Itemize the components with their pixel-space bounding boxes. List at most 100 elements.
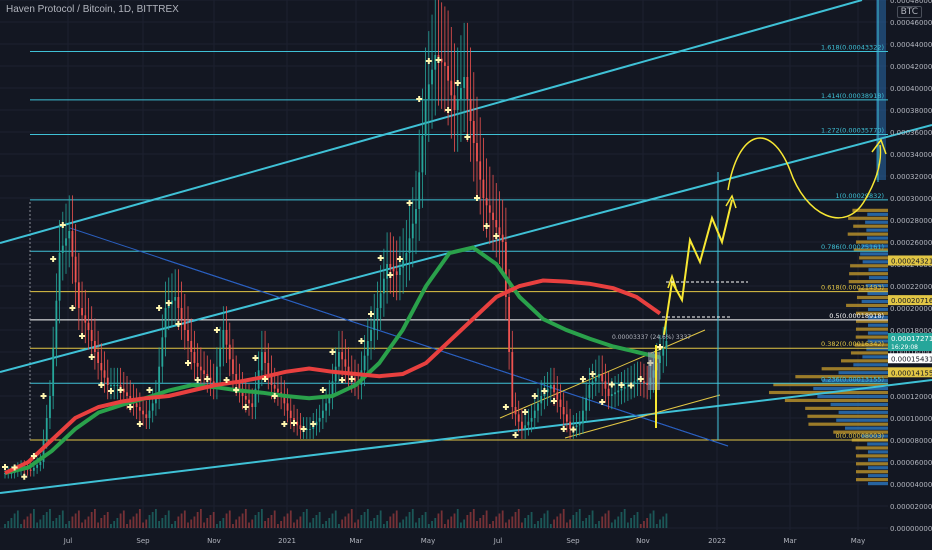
volume-bar bbox=[540, 518, 542, 528]
volume-bar bbox=[248, 523, 250, 529]
candle-body bbox=[582, 411, 584, 424]
volume-bar bbox=[299, 517, 301, 529]
vp-bar bbox=[849, 272, 888, 275]
volume-bar bbox=[174, 521, 176, 528]
volume-bar bbox=[136, 514, 138, 529]
vp-bar bbox=[867, 292, 888, 295]
volume-bar bbox=[104, 515, 106, 528]
volume-bar bbox=[290, 511, 292, 529]
vp-bar bbox=[868, 458, 888, 461]
vp-bar bbox=[850, 264, 888, 267]
x-tick-label: Nov bbox=[207, 537, 221, 545]
volume-bar bbox=[232, 524, 234, 528]
vp-bar bbox=[865, 221, 888, 224]
candle-body bbox=[598, 374, 600, 378]
volume-bar bbox=[238, 517, 240, 529]
volume-bar bbox=[75, 514, 77, 529]
candle-body bbox=[405, 253, 407, 260]
candle-body bbox=[476, 143, 478, 161]
volume-bar bbox=[521, 523, 523, 529]
candle-body bbox=[553, 385, 555, 392]
volume-bar bbox=[245, 509, 247, 528]
volume-bar bbox=[354, 523, 356, 529]
volume-bar bbox=[560, 514, 562, 529]
vp-bar bbox=[853, 225, 888, 228]
volume-bar bbox=[283, 517, 285, 529]
x-tick-label: Jul bbox=[63, 537, 73, 545]
candle-body bbox=[287, 403, 289, 410]
candle-body bbox=[386, 264, 388, 279]
volume-bar bbox=[287, 514, 289, 529]
candle-body bbox=[261, 352, 263, 370]
candle-body bbox=[126, 392, 128, 396]
candle-body bbox=[78, 282, 80, 308]
candle-body bbox=[72, 231, 74, 257]
volume-bar bbox=[598, 521, 600, 528]
candle-body bbox=[560, 400, 562, 407]
volume-bar bbox=[422, 515, 424, 528]
volume-bar bbox=[544, 514, 546, 529]
volume-bar bbox=[206, 518, 208, 528]
volume-bar bbox=[309, 523, 311, 529]
volume-bar bbox=[431, 521, 433, 528]
volume-bar bbox=[614, 520, 616, 529]
candle-body bbox=[113, 385, 115, 386]
volume-bar bbox=[293, 523, 295, 529]
volume-bar bbox=[556, 517, 558, 529]
volume-bar bbox=[226, 514, 228, 529]
candle-body bbox=[393, 268, 395, 272]
volume-bar bbox=[91, 512, 93, 528]
volume-bar bbox=[152, 512, 154, 528]
vp-bar bbox=[846, 304, 888, 307]
volume-bar bbox=[592, 511, 594, 529]
candle-body bbox=[277, 389, 279, 393]
candle-body bbox=[309, 429, 311, 430]
volume-bar bbox=[428, 524, 430, 528]
price-chart[interactable]: 1.618(0.00043322) 1.414(0.00038918) 1.272(… bbox=[0, 0, 932, 550]
volume-bar bbox=[139, 509, 141, 528]
candle-body bbox=[508, 297, 510, 352]
volume-bar bbox=[161, 518, 163, 528]
candle-body bbox=[556, 392, 558, 399]
candle-body bbox=[373, 319, 375, 330]
volume-bar bbox=[380, 511, 382, 529]
volume-bar bbox=[457, 509, 459, 528]
volume-bar bbox=[149, 515, 151, 528]
candle-body bbox=[197, 363, 199, 367]
volume-bar bbox=[94, 509, 96, 528]
volume-bar bbox=[97, 523, 99, 529]
volume-bar bbox=[605, 514, 607, 529]
candle-body bbox=[527, 422, 529, 426]
volume-bar bbox=[627, 523, 629, 529]
volume-bar bbox=[527, 515, 529, 528]
volume-bar bbox=[470, 512, 472, 528]
candle-body bbox=[203, 370, 205, 374]
candle-body bbox=[412, 224, 414, 239]
candle-body bbox=[450, 81, 452, 96]
volume-bar bbox=[145, 520, 147, 529]
volume-bar bbox=[133, 517, 135, 529]
volume-bar bbox=[222, 518, 224, 528]
volume-bar bbox=[370, 521, 372, 528]
vp-bar bbox=[862, 300, 888, 303]
volume-bar bbox=[126, 524, 128, 528]
volume-bar bbox=[640, 524, 642, 528]
candle-body bbox=[579, 424, 581, 426]
currency-badge[interactable]: BTC bbox=[897, 6, 922, 18]
y-tick-label: 0.00048000 bbox=[890, 0, 932, 5]
candle-body bbox=[624, 387, 626, 389]
candle-body bbox=[226, 330, 228, 345]
volume-bar bbox=[595, 524, 597, 528]
candle-body bbox=[466, 77, 468, 99]
candle-body bbox=[274, 385, 276, 389]
candle-body bbox=[569, 422, 571, 429]
candle-body bbox=[402, 260, 404, 267]
candle-body bbox=[232, 359, 234, 374]
x-tick-label: May bbox=[421, 537, 435, 545]
fib-label: 0.236(0.00013155) bbox=[821, 375, 884, 383]
candle-body bbox=[94, 341, 96, 352]
candle-body bbox=[447, 66, 449, 81]
vp-bar bbox=[785, 399, 888, 402]
volume-bar bbox=[165, 515, 167, 528]
candle-body bbox=[666, 341, 668, 348]
